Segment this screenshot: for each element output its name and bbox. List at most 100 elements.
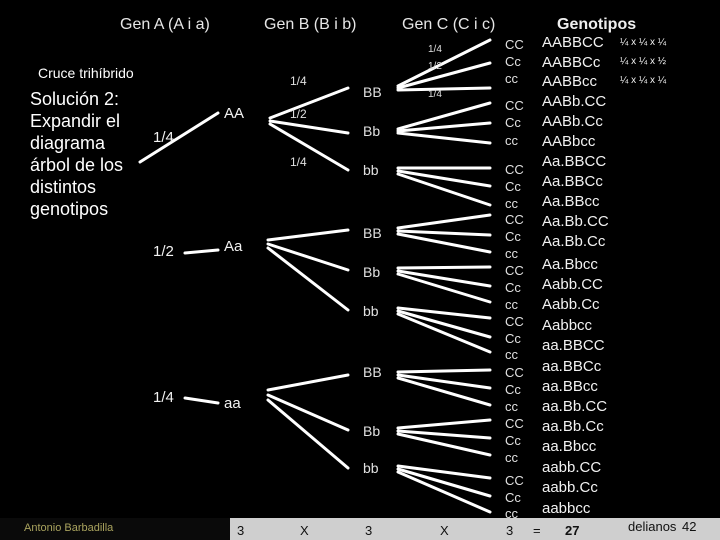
branch-c-12 [396, 232, 492, 254]
footer-n3: 3 [506, 523, 514, 538]
branch-c-22 [396, 418, 492, 430]
genotipo: aabbcc [542, 500, 591, 517]
branch-a-AA [138, 111, 220, 164]
gen-c-label: Cc [505, 331, 521, 346]
footer-x2: X [440, 523, 449, 538]
cruce-label: Cruce trihíbrido [38, 65, 134, 81]
footer-credit: Antonio Barbadilla [24, 522, 114, 534]
gen-c-label: Cc [505, 490, 521, 505]
footer-n1: 3 [237, 523, 245, 538]
genotipo: AABBCc [542, 54, 601, 71]
page-number: 42 [682, 519, 697, 534]
branch-c-6 [396, 131, 492, 145]
branch-c-3 [396, 86, 492, 92]
gen-c-label: Cc [505, 179, 521, 194]
gen-b-label: BB [363, 364, 382, 380]
gen-b-prob-2: 1/2 [290, 107, 307, 121]
gen-c-label: cc [505, 450, 518, 465]
branch-b-1 [268, 86, 350, 120]
gen-c-label: cc [505, 399, 518, 414]
footer-result: 27 [565, 523, 580, 538]
genotipo: Aabb.Cc [542, 296, 600, 313]
genotipo: AABb.Cc [542, 113, 603, 130]
genotipo: aa.BBcc [542, 378, 598, 395]
genotipo: AABb.CC [542, 93, 607, 110]
gen-b-label: bb [363, 303, 379, 319]
genotipo: aa.Bbcc [542, 438, 597, 455]
gen-c-label: CC [505, 212, 524, 227]
gen-b-prob-1: 1/4 [290, 74, 307, 88]
header-gen-c: Gen C (C i c) [402, 16, 496, 33]
gen-c-prob-3: 1/4 [428, 89, 442, 100]
solucion-text: Solución 2: Expandir el diagrama árbol d… [30, 89, 124, 219]
genotipo: Aa.BBcc [542, 193, 600, 210]
branch-c-1 [396, 38, 492, 88]
footer-x1: X [300, 523, 309, 538]
tree-diagram-lines [138, 38, 492, 514]
genotipo: aabb.CC [542, 459, 602, 476]
branch-b-7 [266, 373, 350, 392]
gen-c-label: CC [505, 473, 524, 488]
header-genotipos: Genotipos [557, 16, 637, 33]
prob-row: ¼ x ¼ x ½ [620, 56, 667, 67]
gen-c-label: cc [505, 133, 518, 148]
genotipo: Aa.BBCC [542, 153, 607, 170]
footer-tail: delianos [628, 519, 677, 534]
genotipo: AABBCC [542, 34, 604, 51]
header-gen-b: Gen B (B i b) [264, 16, 357, 33]
prob-row: ¼ x ¼ x ¼ [620, 37, 667, 48]
gen-c-label: CC [505, 416, 524, 431]
branch-c-10 [396, 213, 492, 230]
gen-c-label: CC [505, 365, 524, 380]
gen-c-label: cc [505, 347, 518, 362]
branch-b-9 [266, 398, 350, 470]
genotipo: AABBcc [542, 73, 598, 90]
gen-c-label: Cc [505, 54, 521, 69]
gen-a-label-AA: AA [224, 105, 245, 122]
branch-c-16 [396, 306, 492, 320]
gen-c-prob-2: 1/2 [428, 61, 442, 72]
gen-a-prob-AA: 1/4 [153, 129, 174, 146]
footer-eq: = [533, 523, 541, 538]
branch-b-8 [266, 393, 350, 432]
branch-a-Aa [183, 248, 220, 255]
genotipo: aabb.Cc [542, 479, 598, 496]
gen-b-label: Bb [363, 423, 381, 439]
gen-b-label: bb [363, 162, 379, 178]
gen-c-label: cc [505, 246, 518, 261]
gen-c-label: cc [505, 196, 518, 211]
gen-c-label: Cc [505, 280, 521, 295]
gen-b-label: Bb [363, 123, 381, 139]
gen-b-label: BB [363, 84, 382, 100]
genotipo: AABbcc [542, 133, 596, 150]
branch-b-4 [266, 228, 350, 242]
gen-c-label: cc [505, 297, 518, 312]
gen-b-label: BB [363, 225, 382, 241]
genotipo: Aa.Bbcc [542, 256, 598, 273]
genotipo: Aa.BBCc [542, 173, 603, 190]
branch-c-11 [396, 229, 492, 237]
gen-c-label: CC [505, 263, 524, 278]
genotipo: aa.Bb.Cc [542, 418, 604, 435]
gen-c-label: CC [505, 314, 524, 329]
gen-b-label: Bb [363, 264, 381, 280]
footer-n2: 3 [365, 523, 373, 538]
gen-c-label: Cc [505, 382, 521, 397]
slide: Gen A (A i a) Gen B (B i b) Gen C (C i c… [0, 0, 720, 540]
gen-c-label: CC [505, 37, 524, 52]
prob-row: ¼ x ¼ x ¼ [620, 75, 667, 86]
gen-b-label: bb [363, 460, 379, 476]
genotipo: Aabbcc [542, 317, 593, 334]
gen-c-label: Cc [505, 229, 521, 244]
gen-b-prob-3: 1/4 [290, 155, 307, 169]
genotipo: aa.BBCc [542, 358, 602, 375]
gen-c-label: CC [505, 98, 524, 113]
gen-c-label: cc [505, 71, 518, 86]
genotipo: Aabb.CC [542, 276, 603, 293]
gen-a-label-aa: aa [224, 395, 241, 412]
genotipo: Aa.Bb.CC [542, 213, 609, 230]
gen-c-label: Cc [505, 433, 521, 448]
gen-c-label: Cc [505, 115, 521, 130]
genotipo: Aa.Bb.Cc [542, 233, 606, 250]
genotipo: aa.BBCC [542, 337, 605, 354]
